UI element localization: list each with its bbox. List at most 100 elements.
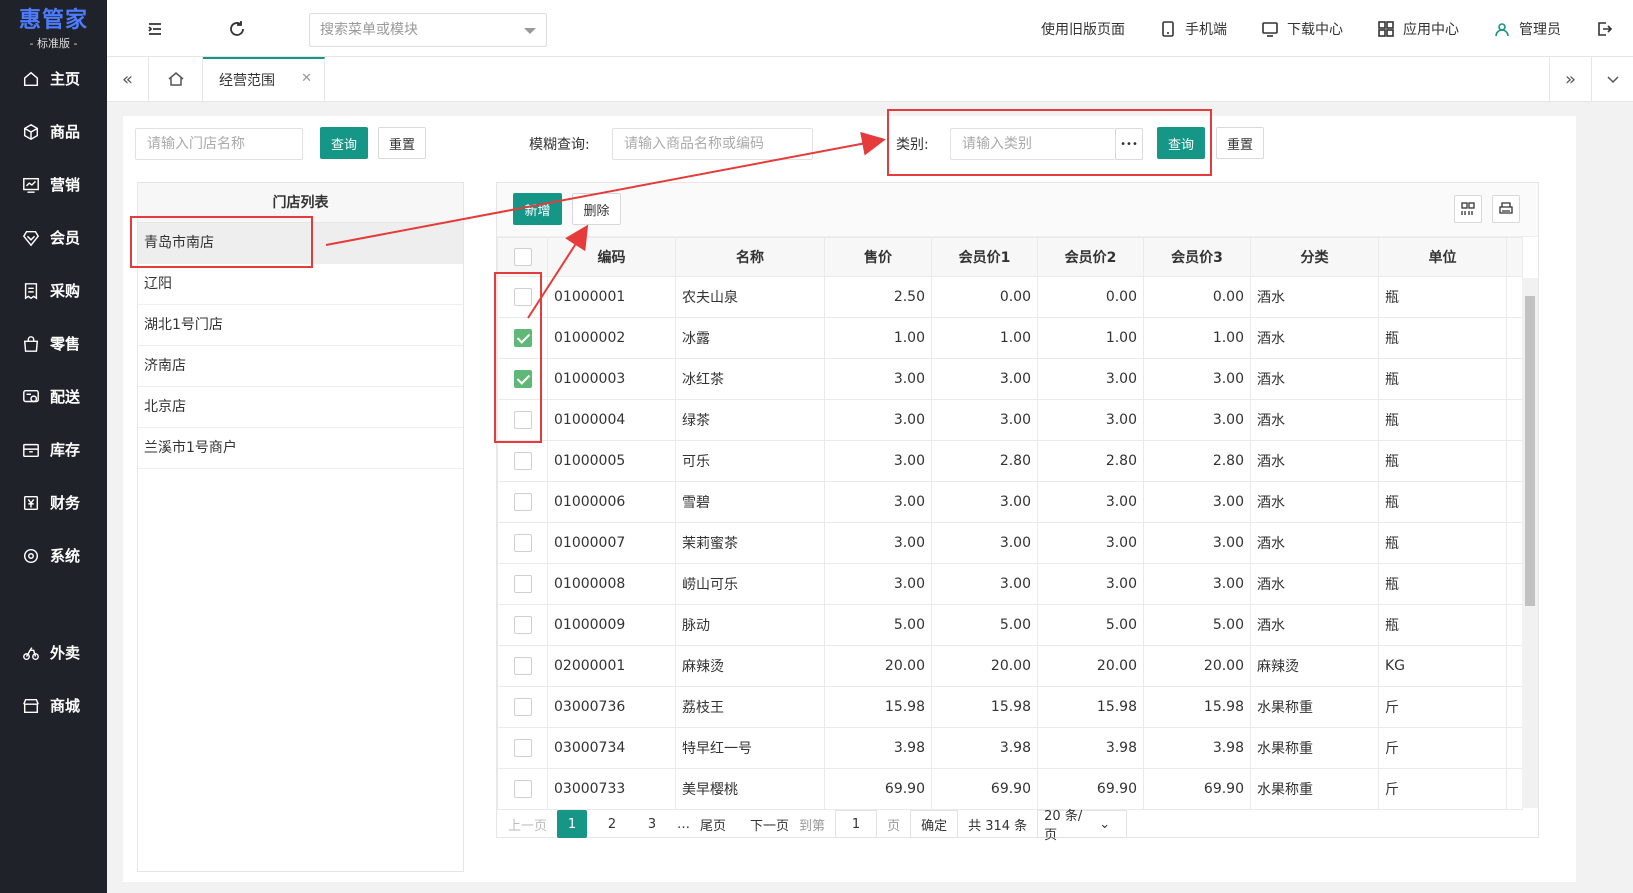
row-checkbox[interactable] <box>513 329 532 347</box>
sidebar-item-marketing[interactable]: 营销 <box>0 158 107 211</box>
row-spacer <box>1506 358 1523 400</box>
sidebar-item-member[interactable]: 会员 <box>0 211 107 264</box>
grid-scrollbar[interactable] <box>1522 278 1538 808</box>
delete-button[interactable]: 删除 <box>572 193 621 225</box>
table-cell: 01000005 <box>547 440 676 482</box>
col-header[interactable]: 会员价3 <box>1143 237 1251 277</box>
fuzzy-query-input[interactable]: 请输入商品名称或编码 <box>612 128 813 160</box>
category-query-button[interactable]: 查询 <box>1157 127 1205 159</box>
table-row[interactable]: 02000001 麻辣烫 20.00 20.00 20.00 20.00 麻辣烫 KG <box>497 645 1523 687</box>
col-header[interactable]: 编码 <box>547 237 676 277</box>
download-link[interactable]: 下载中心 <box>1261 19 1343 39</box>
logout-button[interactable] <box>1595 20 1621 38</box>
tabs-scroll-right-icon[interactable]: » <box>1549 57 1591 101</box>
col-header[interactable]: 会员价2 <box>1037 237 1144 277</box>
select-all-checkbox[interactable] <box>513 248 532 266</box>
store-list-item[interactable]: 兰溪市1号商户 <box>138 428 463 469</box>
col-header[interactable]: 名称 <box>675 237 825 277</box>
sidebar-item-finance[interactable]: 财务 <box>0 476 107 529</box>
row-checkbox[interactable] <box>513 370 532 388</box>
row-checkbox[interactable] <box>513 698 532 716</box>
category-input[interactable]: 请输入类别 <box>950 128 1116 160</box>
store-list-item[interactable]: 辽阳 <box>138 264 463 305</box>
row-checkbox[interactable] <box>513 657 532 675</box>
table-cell: 3.00 <box>931 399 1038 441</box>
row-checkbox[interactable] <box>513 452 532 470</box>
tab-business-scope[interactable]: 经营范围 ✕ <box>203 57 325 101</box>
table-row[interactable]: 01000004 绿茶 3.00 3.00 3.00 3.00 酒水瓶 <box>497 399 1523 441</box>
menu-search-input[interactable]: 搜索菜单或模块 <box>309 13 547 47</box>
row-checkbox[interactable] <box>513 411 532 429</box>
col-header[interactable]: 售价 <box>824 237 932 277</box>
table-row[interactable]: 01000006 雪碧 3.00 3.00 3.00 3.00 酒水瓶 <box>497 481 1523 523</box>
old-version-link[interactable]: 使用旧版页面 <box>1041 19 1125 39</box>
sidebar-item-purchase[interactable]: 采购 <box>0 264 107 317</box>
store-list-item[interactable]: 北京店 <box>138 387 463 428</box>
row-spacer <box>1506 604 1523 646</box>
store-list-item[interactable]: 湖北1号门店 <box>138 305 463 346</box>
column-settings-icon[interactable] <box>1454 195 1482 223</box>
print-icon[interactable] <box>1492 195 1520 223</box>
table-row[interactable]: 01000009 脉动 5.00 5.00 5.00 5.00 酒水瓶 <box>497 604 1523 646</box>
user-menu[interactable]: 管理员 <box>1493 19 1561 39</box>
col-header[interactable]: 会员价1 <box>931 237 1038 277</box>
sidebar-item-delivery[interactable]: 配送 <box>0 370 107 423</box>
sidebar-item-home[interactable]: 主页 <box>0 52 107 105</box>
row-checkbox[interactable] <box>513 616 532 634</box>
tabs-menu-chevron-down-icon[interactable] <box>1591 57 1633 101</box>
row-checkbox[interactable] <box>513 739 532 757</box>
store-query-button[interactable]: 查询 <box>320 127 368 159</box>
table-cell: 03000736 <box>547 686 676 728</box>
row-checkbox[interactable] <box>513 493 532 511</box>
scrollbar-thumb[interactable] <box>1525 296 1535 606</box>
close-icon[interactable]: ✕ <box>301 71 312 86</box>
store-search-input[interactable]: 请输入门店名称 <box>135 128 303 160</box>
table-row[interactable]: 03000734 特早红一号 3.98 3.98 3.98 3.98 水果称重斤 <box>497 727 1523 769</box>
sidebar-item-goods[interactable]: 商品 <box>0 105 107 158</box>
menu-toggle-icon[interactable] <box>144 18 166 40</box>
prev-page-link[interactable]: 上一页 <box>508 815 547 834</box>
refresh-icon[interactable] <box>226 18 248 40</box>
logo[interactable]: 惠管家 - 标准版 - <box>0 0 107 52</box>
home-tab-icon[interactable] <box>149 57 203 101</box>
page-1-button[interactable]: 1 <box>557 810 588 838</box>
goto-confirm-button[interactable]: 确定 <box>910 810 959 838</box>
row-checkbox[interactable] <box>513 288 532 306</box>
row-checkbox[interactable] <box>513 575 532 593</box>
page-3-button[interactable]: 3 <box>637 810 667 838</box>
store-list-item[interactable]: 济南店 <box>138 346 463 387</box>
row-checkbox[interactable] <box>513 534 532 552</box>
table-row[interactable]: 03000736 荔枝王 15.98 15.98 15.98 15.98 水果称重斤 <box>497 686 1523 728</box>
page-number-input[interactable]: 1 <box>835 810 878 838</box>
sidebar-item-retail[interactable]: 零售 <box>0 317 107 370</box>
next-page-link[interactable]: 下一页 <box>750 815 789 834</box>
category-picker-button[interactable]: ••• <box>1115 128 1143 160</box>
page-size-select[interactable]: 20 条/页 ⌄ <box>1037 809 1128 843</box>
mobile-link[interactable]: 手机端 <box>1159 19 1227 39</box>
last-page-link[interactable]: 尾页 <box>700 815 726 834</box>
apps-link[interactable]: 应用中心 <box>1377 19 1459 39</box>
col-header[interactable]: 分类 <box>1250 237 1379 277</box>
table-cell: 脉动 <box>675 604 825 646</box>
table-row[interactable]: 01000007 茉莉蜜茶 3.00 3.00 3.00 3.00 酒水瓶 <box>497 522 1523 564</box>
tabs-scroll-left-icon[interactable]: « <box>107 57 149 101</box>
store-list-item[interactable]: 青岛市南店 <box>138 223 463 264</box>
sidebar-item-system[interactable]: 系统 <box>0 529 107 582</box>
table-row[interactable]: 01000003 冰红茶 3.00 3.00 3.00 3.00 酒水瓶 <box>497 358 1523 400</box>
table-row[interactable]: 01000008 崂山可乐 3.00 3.00 3.00 3.00 酒水瓶 <box>497 563 1523 605</box>
table-cell: 农夫山泉 <box>675 276 825 318</box>
page-2-button[interactable]: 2 <box>597 810 627 838</box>
store-reset-button[interactable]: 重置 <box>378 127 426 159</box>
table-row[interactable]: 01000005 可乐 3.00 2.80 2.80 2.80 酒水瓶 <box>497 440 1523 482</box>
add-button[interactable]: 新增 <box>513 193 562 225</box>
table-cell: 15.98 <box>1037 686 1144 728</box>
table-row[interactable]: 01000002 冰露 1.00 1.00 1.00 1.00 酒水瓶 <box>497 317 1523 359</box>
row-checkbox[interactable] <box>513 780 532 798</box>
col-header[interactable]: 单位 <box>1378 237 1507 277</box>
sidebar-item-inventory[interactable]: 库存 <box>0 423 107 476</box>
category-reset-button[interactable]: 重置 <box>1216 127 1264 159</box>
table-row[interactable]: 01000001 农夫山泉 2.50 0.00 0.00 0.00 酒水瓶 <box>497 276 1523 318</box>
sidebar-item-takeout[interactable]: 外卖 <box>0 626 107 679</box>
table-cell: 3.00 <box>1037 358 1144 400</box>
sidebar-item-mall[interactable]: 商城 <box>0 679 107 732</box>
